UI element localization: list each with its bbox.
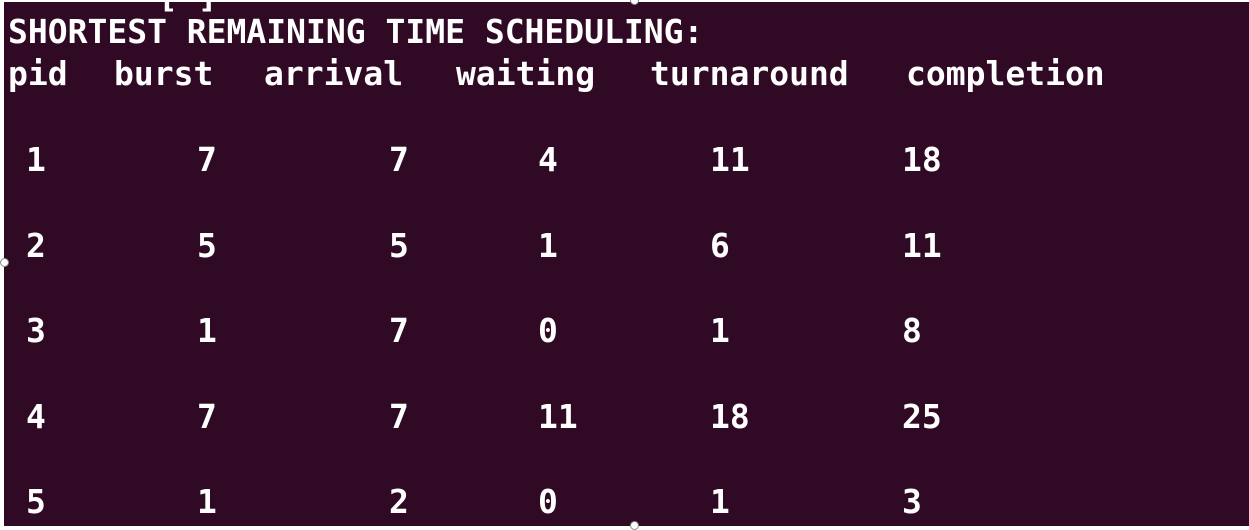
cell-burst: 1 bbox=[197, 482, 217, 521]
output-title: SHORTEST REMAINING TIME SCHEDULING: bbox=[8, 12, 704, 51]
cell-burst: 1 bbox=[197, 311, 217, 350]
cell-turnaround: 18 bbox=[710, 397, 750, 436]
cell-waiting: 0 bbox=[538, 311, 558, 350]
cell-waiting: 11 bbox=[538, 397, 578, 436]
cell-turnaround: 1 bbox=[710, 311, 730, 350]
cell-completion: 25 bbox=[902, 397, 942, 436]
cell-turnaround: 11 bbox=[710, 140, 750, 179]
cell-arrival: 7 bbox=[389, 397, 409, 436]
cell-completion: 11 bbox=[902, 226, 942, 265]
table-header-row: pid burst arrival waiting turnaround com… bbox=[8, 54, 1105, 374]
cell-pid: 5 bbox=[26, 482, 46, 521]
terminal-window[interactable]: [ ] SHORTEST REMAINING TIME SCHEDULING: … bbox=[4, 2, 1249, 526]
header-arrival: arrival bbox=[264, 54, 404, 93]
cell-pid: 2 bbox=[26, 226, 46, 265]
cell-waiting: 0 bbox=[538, 482, 558, 521]
cell-burst: 7 bbox=[197, 140, 217, 179]
cell-arrival: 5 bbox=[389, 226, 409, 265]
cell-completion: 18 bbox=[902, 140, 942, 179]
header-pid: pid bbox=[8, 54, 68, 93]
header-completion: completion bbox=[906, 54, 1105, 93]
cell-completion: 3 bbox=[902, 482, 922, 521]
cell-burst: 5 bbox=[197, 226, 217, 265]
cell-pid: 4 bbox=[26, 397, 46, 436]
header-burst: burst bbox=[114, 54, 214, 93]
cell-pid: 1 bbox=[26, 140, 46, 179]
selection-handle-left[interactable] bbox=[0, 258, 9, 267]
cell-burst: 7 bbox=[197, 397, 217, 436]
header-waiting: waiting bbox=[456, 54, 596, 93]
cell-arrival: 7 bbox=[389, 311, 409, 350]
cell-completion: 8 bbox=[902, 311, 922, 350]
cell-turnaround: 1 bbox=[710, 482, 730, 521]
cell-arrival: 7 bbox=[389, 140, 409, 179]
cell-waiting: 4 bbox=[538, 140, 558, 179]
cell-turnaround: 6 bbox=[710, 226, 730, 265]
cell-pid: 3 bbox=[26, 311, 46, 350]
header-turnaround: turnaround bbox=[650, 54, 849, 93]
cell-waiting: 1 bbox=[538, 226, 558, 265]
cell-arrival: 2 bbox=[389, 482, 409, 521]
